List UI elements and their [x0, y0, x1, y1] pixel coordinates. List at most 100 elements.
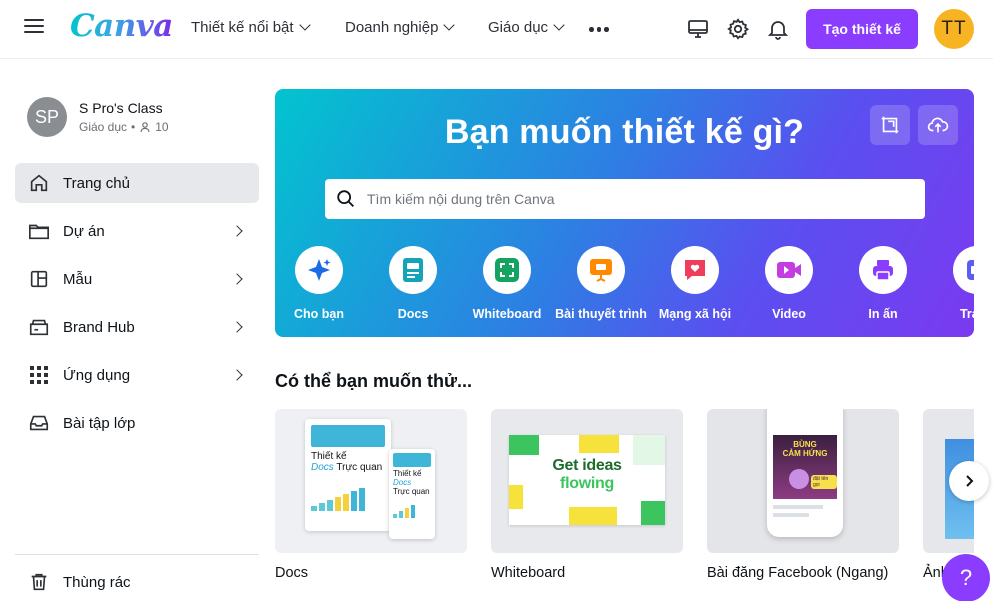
whiteboard-thumbnail: Get ideas flowing — [491, 409, 683, 553]
printer-icon — [859, 246, 907, 294]
category-video[interactable]: Video — [742, 246, 836, 321]
category-presentation[interactable]: Bài thuyết trình — [554, 246, 648, 321]
sidebar: SP S Pro's Class Giáo dục • 10 Trang chủ… — [0, 58, 275, 601]
heart-chat-icon — [671, 246, 719, 294]
team-name: S Pro's Class — [79, 100, 163, 116]
nav-label: Doanh nghiệp — [345, 19, 439, 36]
top-bar: Canva Thiết kế nổi bật Doanh nghiệp Giáo… — [0, 0, 993, 58]
sidebar-item-label: Brand Hub — [63, 318, 135, 336]
hero-title: Bạn muốn thiết kế gì? — [444, 113, 805, 151]
category-label: Whiteboard — [472, 307, 542, 321]
thumb-text: BÙNG — [793, 440, 817, 449]
user-avatar[interactable]: TT — [934, 9, 974, 49]
category-label: In ấn — [868, 307, 898, 321]
suggestion-card-facebook-post[interactable]: BÙNG CẢM HỨNG đặt tên gọi Bài đăng Faceb… — [707, 409, 899, 581]
member-count: 10 — [155, 120, 169, 134]
section-title: Có thể bạn muốn thử... — [275, 371, 473, 391]
search-input[interactable] — [367, 191, 907, 207]
category-for-you[interactable]: Cho bạn — [275, 246, 366, 321]
sidebar-item-home[interactable]: Trang chủ — [15, 163, 259, 203]
desktop-icon[interactable] — [686, 17, 710, 41]
sidebar-item-brand-hub[interactable]: Brand Hub — [15, 307, 259, 347]
category-social-media[interactable]: Mạng xã hội — [648, 246, 742, 321]
thumb-text: Trực quan — [393, 487, 430, 496]
help-button[interactable]: ? — [942, 554, 990, 601]
category-website[interactable]: Trang — [930, 246, 974, 321]
chevron-right-icon — [231, 273, 243, 285]
inbox-icon — [27, 411, 51, 435]
search-icon — [337, 190, 354, 207]
brand-hub-icon — [27, 315, 51, 339]
docs-thumbnail: Thiết kế Docs Trực quan Thiết kế Docs Tr… — [275, 409, 467, 553]
card-title: Docs — [275, 565, 309, 581]
sidebar-item-label: Ứng dụng — [63, 366, 131, 384]
sidebar-item-label: Mẫu — [63, 270, 93, 288]
facebook-post-thumbnail: BÙNG CẢM HỨNG đặt tên gọi — [707, 409, 899, 553]
chevron-right-icon — [231, 369, 243, 381]
thumb-text: Thiết kế — [311, 451, 347, 462]
category-print[interactable]: In ấn — [836, 246, 930, 321]
chevron-right-icon — [231, 225, 243, 237]
thumb-text: flowing — [560, 475, 614, 492]
presentation-icon — [577, 246, 625, 294]
category-label: Video — [772, 307, 806, 321]
suggestion-card-docs[interactable]: Thiết kế Docs Trực quan Thiết kế Docs Tr… — [275, 409, 467, 581]
more-options-icon[interactable] — [589, 27, 609, 32]
sidebar-item-apps[interactable]: Ứng dụng — [15, 355, 259, 395]
sidebar-item-class-assignments[interactable]: Bài tập lớp — [15, 403, 259, 443]
team-type: Giáo dục — [79, 120, 128, 134]
docs-icon — [389, 246, 437, 294]
sidebar-item-label: Bài tập lớp — [63, 414, 136, 432]
template-icon — [27, 267, 51, 291]
search-bar[interactable] — [325, 179, 925, 219]
create-design-button[interactable]: Tạo thiết kế — [806, 9, 918, 49]
whiteboard-icon — [483, 246, 531, 294]
separator-dot: • — [131, 120, 136, 134]
sidebar-item-templates[interactable]: Mẫu — [15, 259, 259, 299]
category-label: Docs — [397, 307, 429, 321]
hero-banner: Bạn muốn thiết kế gì? Cho bạn Docs White… — [275, 89, 974, 337]
nav-business[interactable]: Doanh nghiệp — [345, 19, 456, 36]
suggestion-card-whiteboard[interactable]: Get ideas flowing Whiteboard — [491, 409, 683, 581]
card-title: Whiteboard — [491, 565, 566, 581]
sidebar-item-trash[interactable]: Thùng rác — [15, 562, 259, 601]
person-icon — [140, 122, 150, 133]
nav-featured-designs[interactable]: Thiết kế nổi bật — [191, 19, 311, 36]
category-label: Cho bạn — [294, 307, 344, 321]
chevron-down-icon — [443, 19, 456, 31]
sparkle-icon — [295, 246, 343, 294]
thumb-text: Trực quan — [336, 462, 383, 473]
thumb-text: CẢM HỨNG — [782, 449, 828, 458]
category-whiteboard[interactable]: Whiteboard — [460, 246, 554, 321]
thumb-text: Docs — [311, 462, 334, 473]
chevron-right-icon — [966, 475, 974, 487]
sidebar-item-label: Trang chủ — [63, 174, 130, 192]
sidebar-item-label: Thùng rác — [63, 573, 131, 591]
sidebar-item-projects[interactable]: Dự án — [15, 211, 259, 251]
team-switcher[interactable]: SP S Pro's Class Giáo dục • 10 — [27, 97, 169, 137]
thumb-text: Thiết kế — [393, 469, 422, 478]
chevron-right-icon — [231, 321, 243, 333]
page-icon — [953, 246, 974, 294]
sidebar-item-label: Dự án — [63, 222, 105, 240]
card-title: Bài đăng Facebook (Ngang) — [707, 565, 889, 581]
category-docs[interactable]: Docs — [366, 246, 460, 321]
folder-icon — [27, 219, 51, 243]
category-label: Bài thuyết trình — [555, 307, 647, 321]
sidebar-divider — [15, 554, 259, 555]
thumb-text: Docs — [393, 478, 412, 487]
menu-icon[interactable] — [24, 19, 44, 39]
chevron-down-icon — [553, 19, 565, 31]
video-icon — [765, 246, 813, 294]
category-label: Trang — [959, 307, 974, 321]
team-avatar: SP — [27, 97, 67, 137]
nav-education[interactable]: Giáo dục — [488, 19, 565, 36]
notification-bell-icon[interactable] — [766, 17, 790, 41]
carousel-next-button[interactable] — [949, 461, 989, 501]
category-label: Mạng xã hội — [658, 307, 732, 321]
nav-label: Giáo dục — [488, 19, 549, 36]
nav-label: Thiết kế nổi bật — [191, 19, 294, 36]
settings-gear-icon[interactable] — [726, 17, 750, 41]
apps-grid-icon — [27, 363, 51, 387]
canva-logo[interactable]: Canva — [70, 8, 173, 44]
